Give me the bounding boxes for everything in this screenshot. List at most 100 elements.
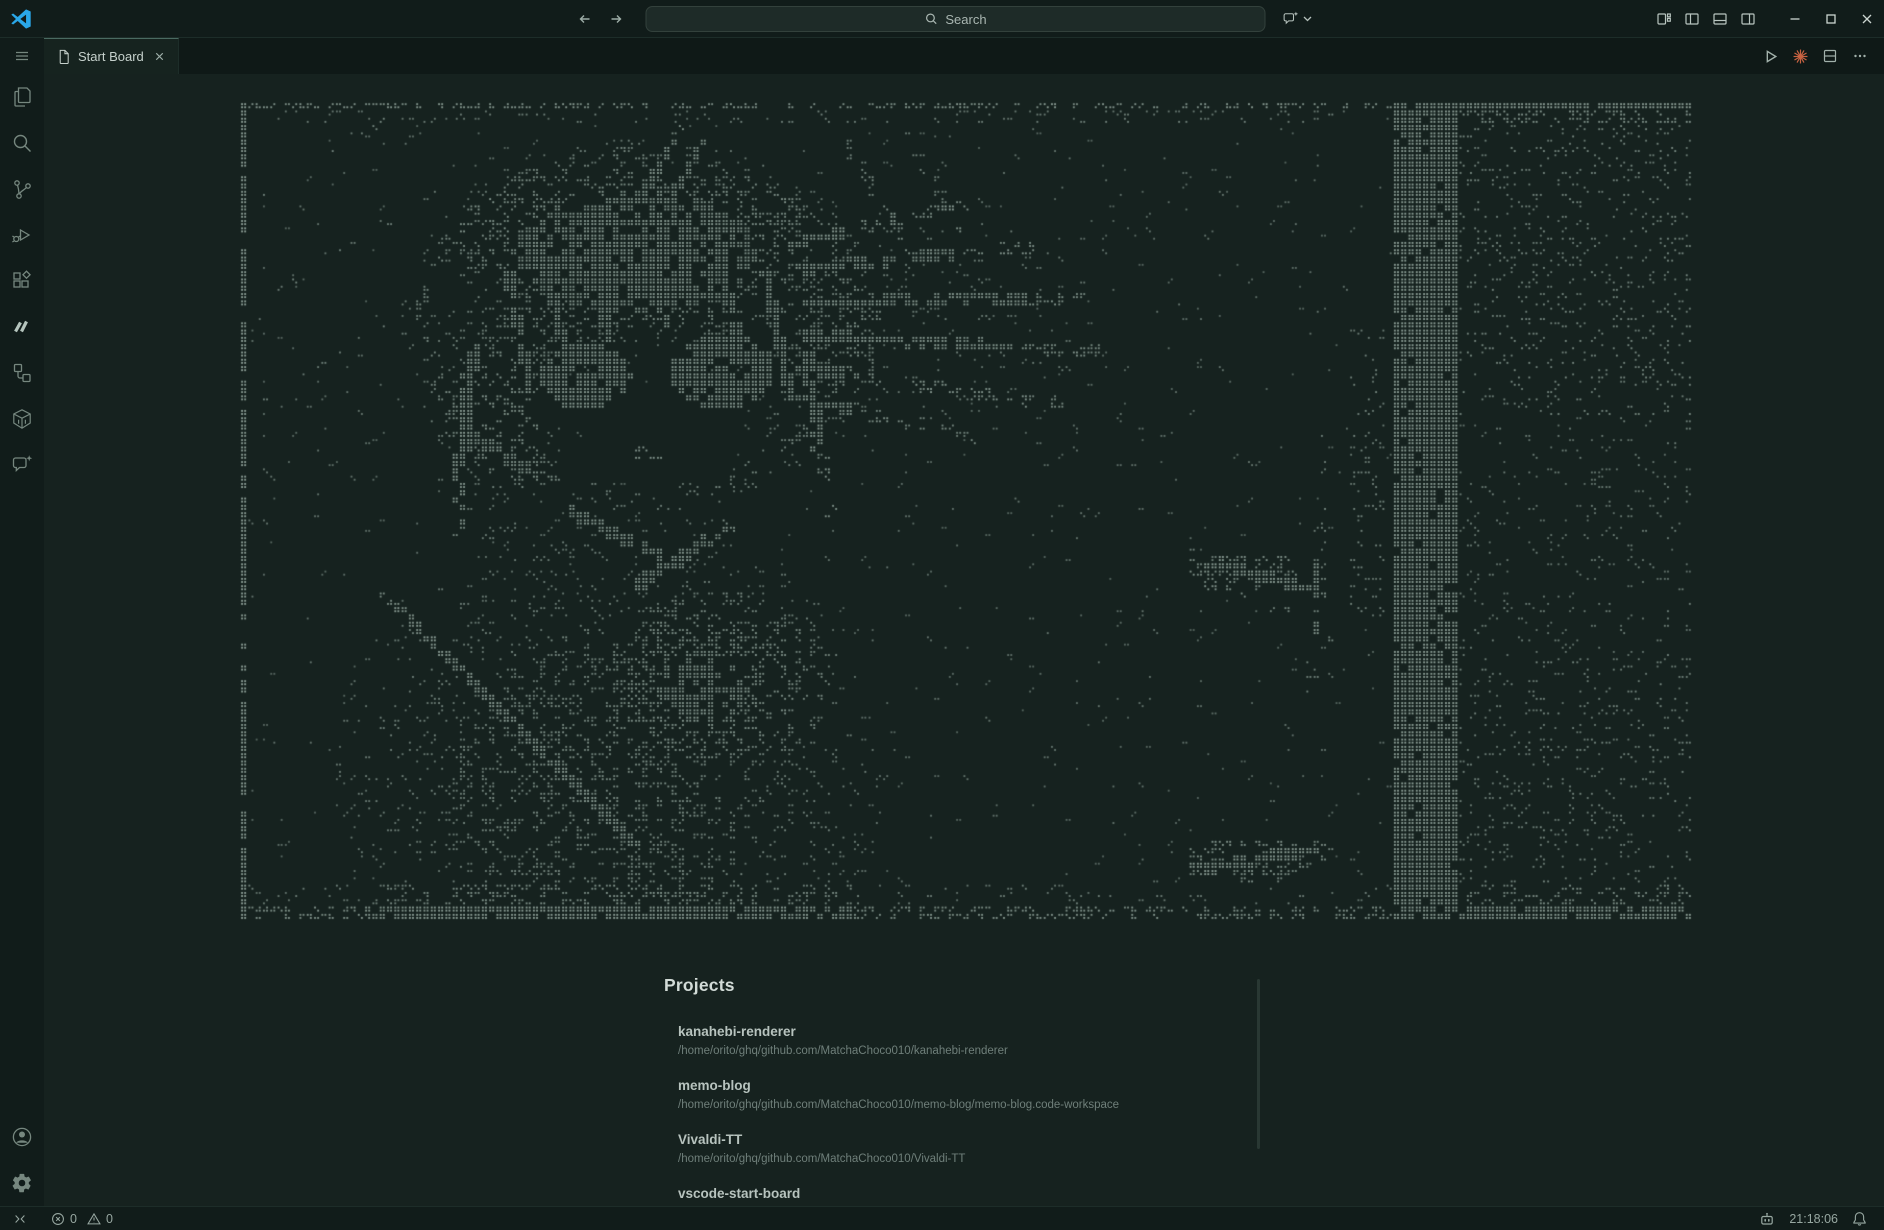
start-board-icon xyxy=(10,315,34,339)
sidebar-item-explorer[interactable] xyxy=(0,74,44,120)
project-name: memo-blog xyxy=(678,1077,1260,1095)
arrow-left-icon xyxy=(577,11,593,27)
ellipsis-icon xyxy=(1852,48,1868,64)
customize-layout-button[interactable] xyxy=(1650,0,1678,38)
project-path: /home/orito/ghq/github.com/MatchaChoco01… xyxy=(678,1043,1260,1060)
projects-list: kanahebi-renderer /home/orito/ghq/github… xyxy=(664,1023,1260,1203)
files-icon xyxy=(10,85,34,109)
title-bar-actions xyxy=(1650,0,1884,38)
project-name: vscode-start-board xyxy=(678,1185,1260,1203)
copilot-chat-icon xyxy=(1282,10,1300,28)
activity-bar xyxy=(0,38,44,1206)
remote-icon xyxy=(13,1212,27,1226)
extensions-icon xyxy=(10,269,34,293)
projects-heading: Projects xyxy=(664,975,1260,996)
notifications-button[interactable] xyxy=(1845,1207,1874,1230)
tab-start-board[interactable]: Start Board xyxy=(44,38,179,74)
settings-button[interactable] xyxy=(0,1160,44,1206)
play-icon xyxy=(1762,48,1779,65)
project-name: kanahebi-renderer xyxy=(678,1023,1260,1041)
sidebar-item-references[interactable] xyxy=(0,350,44,396)
project-path: /home/orito/ghq/github.com/MatchaChoco01… xyxy=(678,1151,1260,1168)
chat-sparkle-icon xyxy=(10,453,34,477)
toggle-sidebar-left-button[interactable] xyxy=(1678,0,1706,38)
project-item[interactable]: Vivaldi-TT /home/orito/ghq/github.com/Ma… xyxy=(678,1131,1260,1168)
search-placeholder: Search xyxy=(945,12,986,27)
more-actions-button[interactable] xyxy=(1848,44,1872,68)
source-control-icon xyxy=(10,177,34,201)
editor-content: Projects kanahebi-renderer /home/orito/g… xyxy=(44,74,1884,1206)
toggle-panel-button[interactable] xyxy=(1706,0,1734,38)
error-circle-icon xyxy=(51,1212,65,1226)
layout-sidebar-left-icon xyxy=(1684,11,1700,27)
ascii-art xyxy=(240,102,1692,920)
back-button[interactable] xyxy=(572,6,598,32)
sidebar-item-search[interactable] xyxy=(0,120,44,166)
copilot-menu-button[interactable] xyxy=(1282,10,1313,28)
project-name: Vivaldi-TT xyxy=(678,1131,1260,1149)
sidebar-item-start-board[interactable] xyxy=(0,304,44,350)
split-editor-icon xyxy=(1822,48,1838,64)
maximize-button[interactable] xyxy=(1814,0,1848,38)
toggle-sidebar-right-button[interactable] xyxy=(1734,0,1762,38)
projects-scrollbar[interactable] xyxy=(1257,979,1260,1149)
gear-icon xyxy=(11,1172,33,1194)
run-debug-icon xyxy=(10,223,34,247)
error-count: 0 xyxy=(70,1212,77,1226)
sidebar-item-chat[interactable] xyxy=(0,442,44,488)
split-editor-button[interactable] xyxy=(1818,44,1842,68)
minimize-button[interactable] xyxy=(1778,0,1812,38)
search-icon xyxy=(10,131,34,155)
sidebar-item-extensions[interactable] xyxy=(0,258,44,304)
status-bar: 0 0 21:18:06 xyxy=(0,1206,1884,1230)
menu-icon xyxy=(13,47,31,65)
warning-count: 0 xyxy=(106,1212,113,1226)
search-icon xyxy=(924,12,938,26)
tab-label: Start Board xyxy=(78,49,144,64)
copilot-status-button[interactable] xyxy=(1752,1207,1782,1230)
command-center: Search xyxy=(572,0,1313,38)
search-input[interactable]: Search xyxy=(646,6,1266,32)
forward-button[interactable] xyxy=(604,6,630,32)
starburst-icon xyxy=(1791,47,1810,66)
layout-sidebar-right-icon xyxy=(1740,11,1756,27)
bell-icon xyxy=(1852,1211,1867,1226)
projects-section: Projects kanahebi-renderer /home/orito/g… xyxy=(664,975,1260,1206)
editor-actions xyxy=(1758,38,1884,74)
close-button[interactable] xyxy=(1850,0,1884,38)
sidebar-item-source-control[interactable] xyxy=(0,166,44,212)
starboard-action-button[interactable] xyxy=(1788,44,1812,68)
file-icon xyxy=(56,49,71,64)
run-file-button[interactable] xyxy=(1758,44,1782,68)
menu-button[interactable] xyxy=(0,38,44,74)
project-item[interactable]: memo-blog /home/orito/ghq/github.com/Mat… xyxy=(678,1077,1260,1114)
problems-button[interactable]: 0 0 xyxy=(44,1207,120,1230)
clock-item[interactable]: 21:18:06 xyxy=(1782,1207,1845,1230)
close-icon xyxy=(1860,12,1874,26)
sidebar-item-run-debug[interactable] xyxy=(0,212,44,258)
vscode-window: { "titlebar": { "search_placeholder": "S… xyxy=(0,0,1884,1230)
close-icon xyxy=(153,50,166,63)
robot-icon xyxy=(1759,1211,1775,1227)
title-bar: Search xyxy=(0,0,1884,38)
remote-button[interactable] xyxy=(6,1207,34,1230)
container-icon xyxy=(10,407,34,431)
vscode-logo-icon xyxy=(10,8,32,30)
arrow-right-icon xyxy=(609,11,625,27)
layout-panel-icon xyxy=(1712,11,1728,27)
maximize-icon xyxy=(1824,12,1838,26)
sidebar-item-container[interactable] xyxy=(0,396,44,442)
clock-time: 21:18:06 xyxy=(1789,1212,1838,1226)
project-item[interactable]: kanahebi-renderer /home/orito/ghq/github… xyxy=(678,1023,1260,1060)
window-controls xyxy=(1776,0,1884,38)
customize-layout-icon xyxy=(1656,11,1672,27)
chevron-down-icon xyxy=(1303,15,1313,23)
minimize-icon xyxy=(1788,12,1802,26)
tab-close-button[interactable] xyxy=(151,48,168,65)
project-path: /home/orito/ghq/github.com/MatchaChoco01… xyxy=(678,1097,1260,1114)
tab-bar: Start Board xyxy=(44,38,1884,74)
project-item[interactable]: vscode-start-board xyxy=(678,1185,1260,1203)
references-icon xyxy=(10,361,34,385)
account-button[interactable] xyxy=(0,1114,44,1160)
account-icon xyxy=(10,1125,34,1149)
